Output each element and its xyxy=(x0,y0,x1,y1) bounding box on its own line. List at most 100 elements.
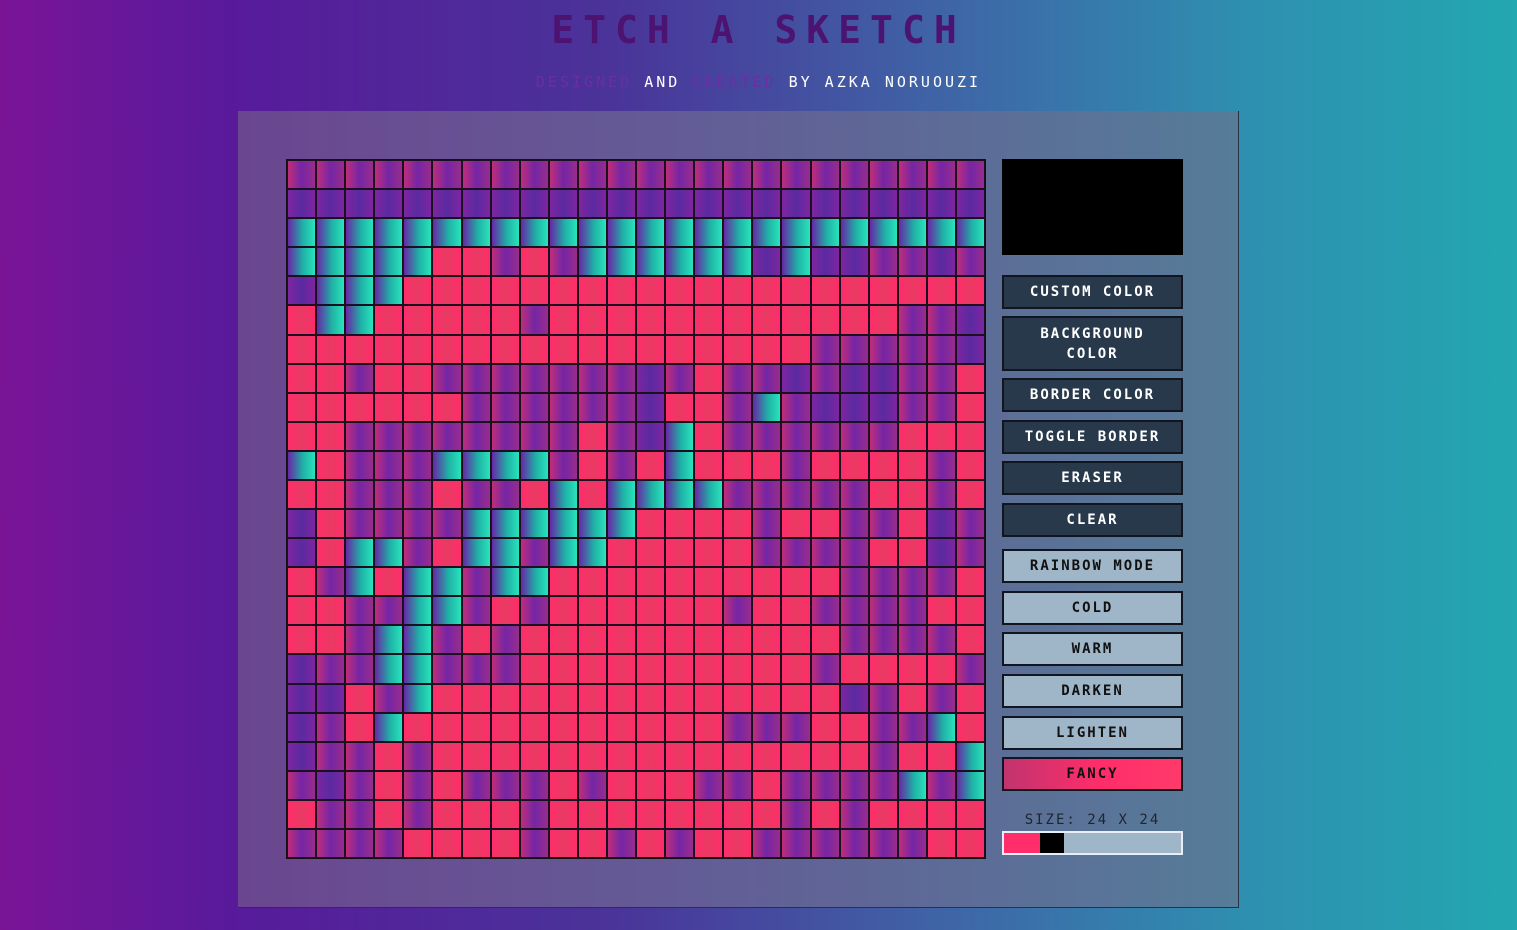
grid-cell[interactable] xyxy=(316,392,346,422)
grid-cell[interactable] xyxy=(316,247,346,277)
grid-cell[interactable] xyxy=(345,770,375,800)
grid-cell[interactable] xyxy=(781,334,811,364)
grid-cell[interactable] xyxy=(839,421,869,451)
grid-cell[interactable] xyxy=(723,712,753,742)
grid-cell[interactable] xyxy=(810,712,840,742)
grid-cell[interactable] xyxy=(548,654,578,684)
grid-cell[interactable] xyxy=(897,450,927,480)
grid-cell[interactable] xyxy=(955,712,985,742)
grid-cell[interactable] xyxy=(577,509,607,539)
grid-cell[interactable] xyxy=(752,305,782,335)
grid-cell[interactable] xyxy=(897,160,927,190)
grid-cell[interactable] xyxy=(868,712,898,742)
grid-cell[interactable] xyxy=(577,538,607,568)
grid-cell[interactable] xyxy=(519,363,549,393)
grid-cell[interactable] xyxy=(810,625,840,655)
grid-cell[interactable] xyxy=(955,596,985,626)
grid-cell[interactable] xyxy=(606,596,636,626)
grid-cell[interactable] xyxy=(432,828,462,858)
size-slider-thumb[interactable] xyxy=(1040,833,1064,853)
grid-cell[interactable] xyxy=(955,625,985,655)
grid-cell[interactable] xyxy=(519,741,549,771)
grid-cell[interactable] xyxy=(287,160,317,190)
grid-cell[interactable] xyxy=(781,654,811,684)
grid-cell[interactable] xyxy=(606,247,636,277)
grid-cell[interactable] xyxy=(810,770,840,800)
grid-cell[interactable] xyxy=(577,625,607,655)
grid-cell[interactable] xyxy=(839,596,869,626)
grid-cell[interactable] xyxy=(868,276,898,306)
grid-cell[interactable] xyxy=(955,654,985,684)
grid-cell[interactable] xyxy=(723,218,753,248)
grid-cell[interactable] xyxy=(287,683,317,713)
grid-cell[interactable] xyxy=(810,189,840,219)
grid-cell[interactable] xyxy=(955,509,985,539)
grid-cell[interactable] xyxy=(403,421,433,451)
grid-cell[interactable] xyxy=(548,683,578,713)
grid-cell[interactable] xyxy=(316,770,346,800)
grid-cell[interactable] xyxy=(636,305,666,335)
grid-cell[interactable] xyxy=(490,247,520,277)
grid-cell[interactable] xyxy=(781,770,811,800)
grid-cell[interactable] xyxy=(723,741,753,771)
grid-cell[interactable] xyxy=(432,334,462,364)
grid-cell[interactable] xyxy=(955,247,985,277)
grid-cell[interactable] xyxy=(316,218,346,248)
grid-cell[interactable] xyxy=(636,392,666,422)
grid-cell[interactable] xyxy=(723,538,753,568)
eraser-button[interactable]: eraser xyxy=(1002,461,1183,495)
grid-cell[interactable] xyxy=(345,479,375,509)
grid-cell[interactable] xyxy=(403,160,433,190)
grid-cell[interactable] xyxy=(374,334,404,364)
grid-cell[interactable] xyxy=(432,276,462,306)
grid-cell[interactable] xyxy=(723,421,753,451)
grid-cell[interactable] xyxy=(897,276,927,306)
grid-cell[interactable] xyxy=(548,828,578,858)
grid-cell[interactable] xyxy=(781,828,811,858)
grid-cell[interactable] xyxy=(955,567,985,597)
grid-cell[interactable] xyxy=(374,654,404,684)
grid-cell[interactable] xyxy=(606,654,636,684)
grid-cell[interactable] xyxy=(897,683,927,713)
grid-cell[interactable] xyxy=(665,712,695,742)
grid-cell[interactable] xyxy=(955,799,985,829)
grid-cell[interactable] xyxy=(810,218,840,248)
grid-cell[interactable] xyxy=(752,421,782,451)
grid-cell[interactable] xyxy=(665,160,695,190)
grid-cell[interactable] xyxy=(810,683,840,713)
grid-cell[interactable] xyxy=(694,363,724,393)
grid-cell[interactable] xyxy=(636,654,666,684)
grid-cell[interactable] xyxy=(548,160,578,190)
grid-cell[interactable] xyxy=(490,567,520,597)
grid-cell[interactable] xyxy=(606,160,636,190)
grid-cell[interactable] xyxy=(839,683,869,713)
grid-cell[interactable] xyxy=(665,218,695,248)
grid-cell[interactable] xyxy=(839,770,869,800)
grid-cell[interactable] xyxy=(432,305,462,335)
grid-cell[interactable] xyxy=(577,392,607,422)
grid-cell[interactable] xyxy=(897,334,927,364)
grid-cell[interactable] xyxy=(403,799,433,829)
grid-cell[interactable] xyxy=(955,741,985,771)
grid-cell[interactable] xyxy=(345,218,375,248)
grid-cell[interactable] xyxy=(519,392,549,422)
grid-cell[interactable] xyxy=(694,160,724,190)
grid-cell[interactable] xyxy=(606,392,636,422)
grid-cell[interactable] xyxy=(577,596,607,626)
grid-cell[interactable] xyxy=(636,421,666,451)
grid-cell[interactable] xyxy=(374,712,404,742)
grid-cell[interactable] xyxy=(839,654,869,684)
grid-cell[interactable] xyxy=(810,741,840,771)
grid-cell[interactable] xyxy=(926,625,956,655)
grid-cell[interactable] xyxy=(461,683,491,713)
grid-cell[interactable] xyxy=(345,392,375,422)
grid-cell[interactable] xyxy=(287,421,317,451)
grid-cell[interactable] xyxy=(490,305,520,335)
grid-cell[interactable] xyxy=(432,683,462,713)
grid-cell[interactable] xyxy=(316,596,346,626)
grid-cell[interactable] xyxy=(316,683,346,713)
grid-cell[interactable] xyxy=(548,334,578,364)
grid-cell[interactable] xyxy=(636,218,666,248)
grid-cell[interactable] xyxy=(287,450,317,480)
grid-cell[interactable] xyxy=(432,538,462,568)
